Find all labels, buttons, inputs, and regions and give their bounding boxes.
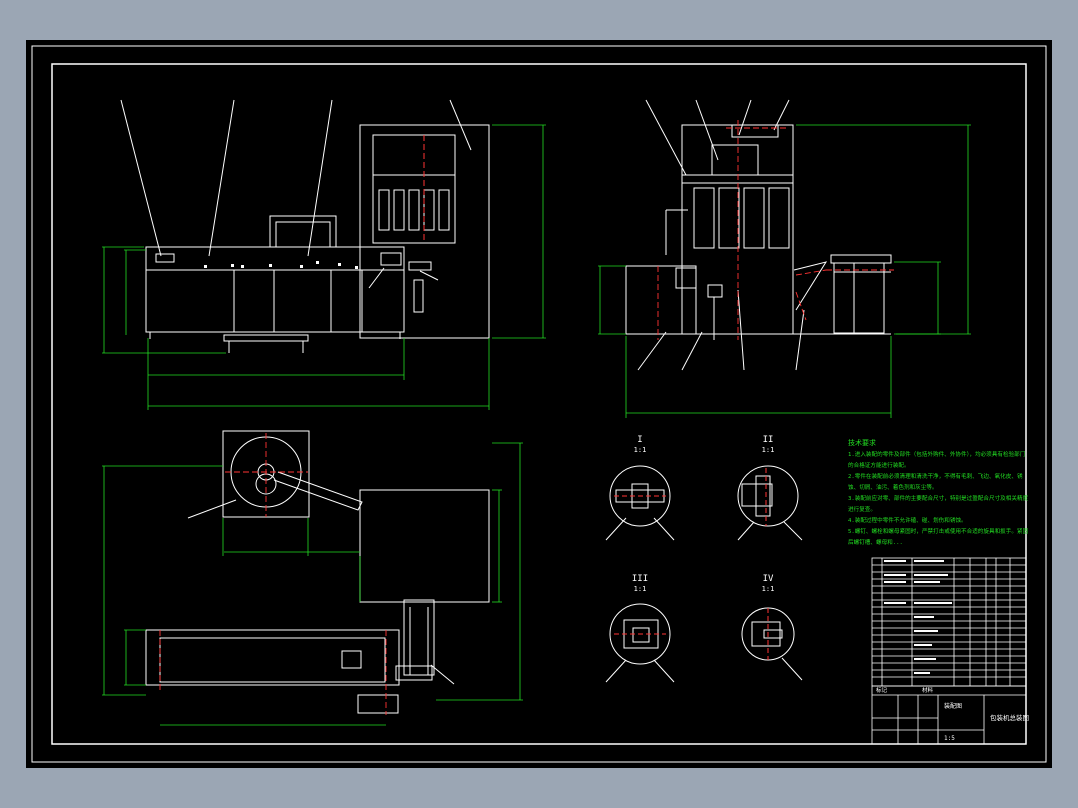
side-view-dimensions xyxy=(598,124,971,418)
tech-req-line: 2.零件在装配前必须清理和清洗干净，不得有毛刺、飞边、氧化皮、锈 xyxy=(848,472,1023,480)
drawing-sheet: I 1:1 II 1:1 III 1:1 IV 1:1 技术要求 1.进入装配的… xyxy=(26,40,1052,768)
detail-labels: I 1:1 II 1:1 III 1:1 IV 1:1 xyxy=(632,435,774,593)
detail-I-scale: 1:1 xyxy=(634,446,647,454)
tech-req-line: 1.进入装配的零件及部件（包括外购件、外协件），均必须具有检验部门 xyxy=(848,450,1026,458)
front-view-dimensions xyxy=(102,124,546,410)
top-view xyxy=(145,430,490,714)
title-block-text: 包装机总装图 装配图 1:5 材料 标记 xyxy=(876,686,1029,742)
tech-req-line: 4.装配过程中零件不允许磕、碰、划伤和锈蚀。 xyxy=(848,516,967,524)
outer-border xyxy=(31,45,1047,763)
tech-req-heading: 技术要求 xyxy=(848,438,876,447)
title-cell: 标记 xyxy=(876,686,888,694)
detail-III-scale: 1:1 xyxy=(634,585,647,593)
detail-II-label: II xyxy=(763,435,774,445)
tech-req-line: 3.装配前应对零、部件的主要配合尺寸，特别是过盈配合尺寸及相关精度 xyxy=(848,494,1029,502)
detail-IV-scale: 1:1 xyxy=(762,585,775,593)
drawing-title: 包装机总装图 xyxy=(990,713,1029,722)
top-view-dimensions xyxy=(102,442,523,726)
detail-view-IV xyxy=(741,607,803,681)
title-cell: 装配图 xyxy=(944,702,962,710)
detail-view-III xyxy=(605,603,675,683)
technical-requirements: 技术要求 1.进入装配的零件及部件（包括外购件、外协件），均必须具有检验部门 的… xyxy=(848,438,1029,546)
detail-IV-label: IV xyxy=(763,574,774,584)
detail-III-label: III xyxy=(632,574,648,584)
side-view xyxy=(625,99,892,371)
detail-I-label: I xyxy=(637,435,642,445)
tech-req-line: 的合格证方能进行装配。 xyxy=(848,461,910,469)
parts-list-table xyxy=(871,557,1027,687)
side-view-red-centerlines xyxy=(657,120,894,340)
tech-req-line: 进行复查。 xyxy=(848,505,876,513)
title-cell: 1:5 xyxy=(944,735,955,742)
tech-req-line: 5.螺钉、螺栓和螺母紧固时，严禁打击或使用不合适的旋具和扳手。紧固 xyxy=(848,527,1029,535)
front-view xyxy=(120,99,490,353)
tech-req-line: 蚀、切屑、油污、着色剂和灰尘等。 xyxy=(848,483,938,491)
tech-req-line: 后螺钉槽、螺母和... xyxy=(848,538,903,546)
cad-drawing: I 1:1 II 1:1 III 1:1 IV 1:1 技术要求 1.进入装配的… xyxy=(31,45,1047,763)
parts-list-text-marks xyxy=(884,560,952,674)
detail-II-scale: 1:1 xyxy=(762,446,775,454)
title-cell: 材料 xyxy=(922,686,934,694)
detail-view-II xyxy=(737,465,803,541)
detail-view-I xyxy=(605,465,675,541)
